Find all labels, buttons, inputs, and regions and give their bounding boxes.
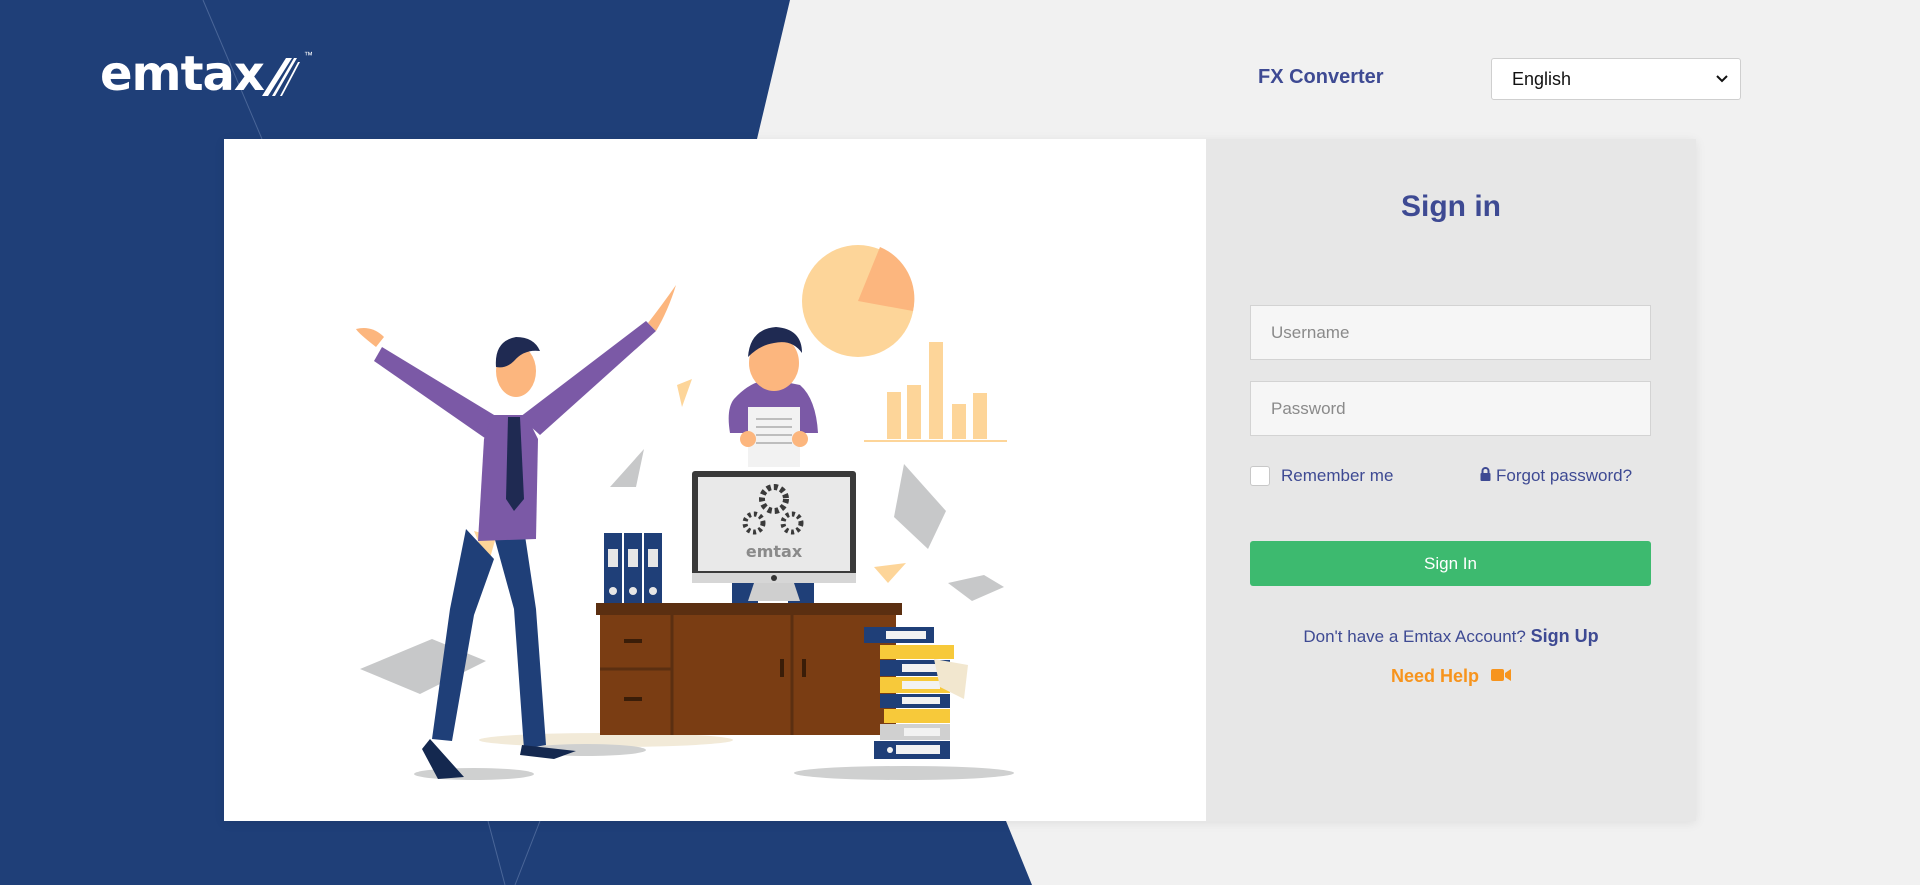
remember-me-checkbox[interactable] [1250, 466, 1270, 486]
signup-link[interactable]: Sign Up [1531, 626, 1599, 646]
forgot-password-link[interactable]: Forgot password? [1480, 466, 1632, 486]
illustration-panel: emtax [224, 139, 1206, 821]
fx-converter-link[interactable]: FX Converter [1258, 66, 1384, 89]
username-input[interactable] [1250, 305, 1651, 360]
password-input[interactable] [1250, 381, 1651, 436]
signin-title: Sign in [1401, 190, 1501, 223]
need-help-link[interactable]: Need Help [1206, 666, 1696, 687]
forgot-password-label: Forgot password? [1496, 466, 1633, 485]
remember-me-label: Remember me [1281, 466, 1394, 485]
monitor-logo-text: emtax [746, 542, 803, 561]
lock-icon [1480, 466, 1496, 486]
language-select[interactable]: English [1491, 58, 1741, 100]
signin-button[interactable]: Sign In [1250, 541, 1651, 586]
logo-text: emtax [100, 46, 265, 102]
login-card: emtax Sign in Username Remember me Forgo… [224, 139, 1696, 821]
chevron-down-icon [1716, 72, 1728, 86]
need-help-label: Need Help [1390, 666, 1480, 686]
signup-prompt-text: Don't have a Emtax Account? [1303, 627, 1526, 646]
video-camera-icon [1479, 666, 1512, 687]
signin-panel: Sign in Remember me Forgot password? Sig… [1206, 139, 1696, 821]
emtax-logo[interactable]: emtax ™ [100, 50, 313, 100]
remember-me-toggle[interactable]: Remember me [1250, 466, 1393, 486]
logo-check-mark [261, 58, 300, 96]
office-celebration-illustration: emtax [356, 245, 1014, 780]
logo-trademark: ™ [303, 50, 313, 60]
language-selected-value: English [1512, 68, 1572, 89]
signup-prompt: Don't have a Emtax Account? Sign Up [1206, 626, 1696, 647]
